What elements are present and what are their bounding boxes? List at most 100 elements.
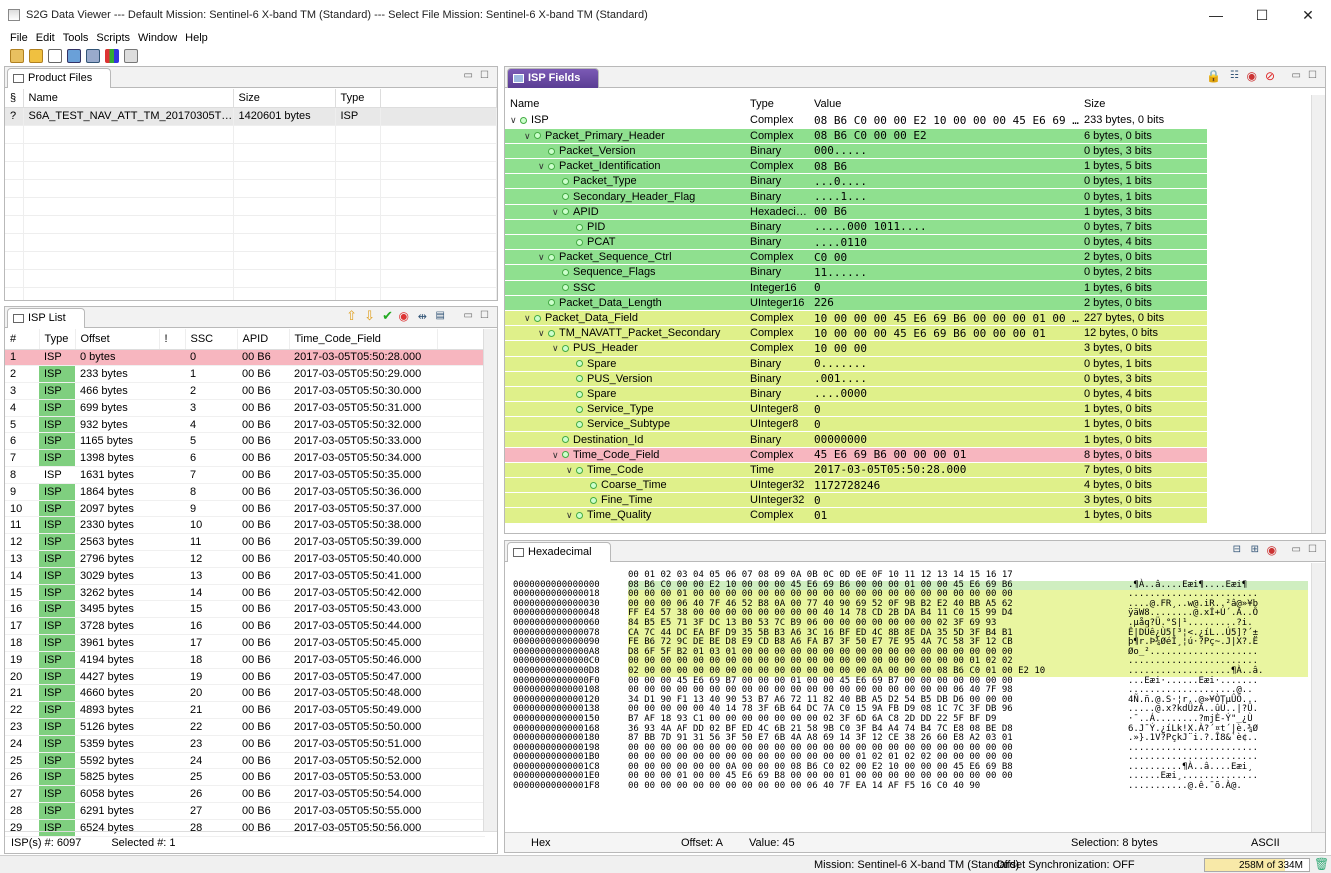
table-row[interactable]: 16 ISP 3495 bytes 15 00 B6 2017-03-05T05:50:4… bbox=[5, 600, 485, 619]
export-icon[interactable] bbox=[124, 49, 138, 63]
expand-toggle-icon[interactable]: ∨ bbox=[552, 450, 562, 461]
column-header[interactable]: Name bbox=[23, 89, 234, 108]
expand-toggle-icon[interactable]: ∨ bbox=[552, 207, 562, 218]
table-row[interactable] bbox=[5, 287, 497, 300]
menu-edit[interactable]: Edit bbox=[36, 32, 55, 44]
expand-toggle-icon[interactable]: ∨ bbox=[538, 252, 548, 263]
chart-icon[interactable] bbox=[105, 49, 119, 63]
arrow-down-icon[interactable]: ⇩ bbox=[364, 308, 375, 324]
table-row[interactable]: 19 ISP 4194 bytes 18 00 B6 2017-03-05T05:50:4… bbox=[5, 651, 485, 669]
table-row[interactable] bbox=[5, 251, 497, 270]
field-row[interactable]: Fine_Time UInteger32 0 3 bytes, 0 bits bbox=[505, 492, 1207, 509]
table-row[interactable] bbox=[5, 143, 497, 162]
minimize-panel-icon[interactable]: ▭ bbox=[464, 310, 473, 321]
table-row[interactable]: 7 ISP 1398 bytes 6 00 B6 2017-03-05T05:50:34.… bbox=[5, 449, 485, 468]
table-row[interactable]: 22 ISP 4893 bytes 21 00 B6 2017-03-05T05:50:4… bbox=[5, 701, 485, 720]
field-row[interactable]: Destination_Id Binary 00000000 1 bytes, 0 b… bbox=[505, 431, 1207, 448]
menu-file[interactable]: File bbox=[10, 32, 28, 44]
column-header[interactable]: Size bbox=[1079, 95, 1207, 113]
table-row[interactable] bbox=[5, 161, 497, 180]
close-button[interactable]: ✕ bbox=[1285, 0, 1331, 30]
expand-toggle-icon[interactable]: ∨ bbox=[566, 510, 576, 521]
expand-icon[interactable]: ⊞ bbox=[1251, 544, 1259, 555]
field-row[interactable]: ∨ ISP Complex 08 B6 C0 00 00 E2 10 00 00 00… bbox=[505, 113, 1207, 129]
expand-toggle-icon[interactable]: ∨ bbox=[510, 115, 520, 126]
hex-bytes[interactable]: 00 00 00 00 00 00 00 00 00 00 00 06 40 7… bbox=[628, 781, 1128, 792]
folder-icon[interactable] bbox=[29, 49, 43, 63]
tree-icon[interactable]: ☷ bbox=[1230, 70, 1239, 81]
table-row[interactable]: 14 ISP 3029 bytes 13 00 B6 2017-03-05T05:50:4… bbox=[5, 567, 485, 585]
table-row[interactable] bbox=[5, 215, 497, 234]
table-row[interactable]: 27 ISP 6058 bytes 26 00 B6 2017-03-05T05:50:5… bbox=[5, 785, 485, 804]
trash-icon[interactable]: 🗑 bbox=[1314, 857, 1329, 871]
field-row[interactable]: Secondary_Header_Flag Binary ....1... 0 byt… bbox=[505, 188, 1207, 205]
field-row[interactable]: SSC Integer16 0 1 bytes, 6 bits bbox=[505, 280, 1207, 296]
maximize-button[interactable]: ☐ bbox=[1239, 0, 1285, 30]
open-folder-icon[interactable] bbox=[10, 49, 24, 63]
table-row[interactable]: 3 ISP 466 bytes 2 00 B6 2017-03-05T05:50:30.0… bbox=[5, 382, 485, 400]
hex-ascii[interactable]: ...........@.ê.¯õ.À@. bbox=[1128, 781, 1308, 792]
field-row[interactable]: ∨ TM_NAVATT_Packet_Secondary Complex 10 00 … bbox=[505, 325, 1207, 342]
table-row[interactable]: 11 ISP 2330 bytes 10 00 B6 2017-03-05T05:50:3… bbox=[5, 516, 485, 535]
column-header[interactable]: Type bbox=[335, 89, 381, 108]
field-row[interactable]: PUS_Version Binary .001.... 0 bytes, 3 bits bbox=[505, 371, 1207, 387]
column-header[interactable]: Size bbox=[233, 89, 336, 108]
color-icon[interactable]: ◉ bbox=[1247, 69, 1257, 83]
column-header[interactable]: Type bbox=[745, 95, 809, 113]
field-row[interactable]: Spare Binary ....0000 0 bytes, 4 bits bbox=[505, 386, 1207, 403]
isp-list-scrollbar[interactable] bbox=[483, 329, 497, 831]
tab-isp-fields[interactable]: ISP Fields bbox=[507, 68, 600, 88]
menu-tools[interactable]: Tools bbox=[63, 32, 89, 44]
color-icon[interactable]: ◉ bbox=[1267, 543, 1277, 557]
search-icon[interactable] bbox=[86, 49, 100, 63]
expand-toggle-icon[interactable]: ∨ bbox=[538, 161, 548, 172]
tab-hexadecimal[interactable]: Hexadecimal bbox=[507, 542, 611, 562]
table-row[interactable]: 2 ISP 233 bytes 1 00 B6 2017-03-05T05:50:29.0… bbox=[5, 365, 485, 384]
column-header[interactable]: § bbox=[5, 89, 24, 108]
table-row[interactable] bbox=[5, 179, 497, 198]
table-row[interactable]: 4 ISP 699 bytes 3 00 B6 2017-03-05T05:50:31.0… bbox=[5, 399, 485, 417]
field-row[interactable]: Sequence_Flags Binary 11...... 0 bytes, 2 b… bbox=[505, 264, 1207, 281]
maximize-panel-icon[interactable]: ☐ bbox=[480, 70, 489, 81]
table-row[interactable]: 1 ISP 0 bytes 0 00 B6 2017-03-05T05:50:28.000 bbox=[5, 349, 485, 367]
field-row[interactable]: Spare Binary 0....... 0 bytes, 1 bits bbox=[505, 356, 1207, 372]
lock-icon[interactable]: 🔒 bbox=[1206, 69, 1221, 83]
collapse-icon[interactable]: ⊟ bbox=[1233, 544, 1241, 555]
export-list-icon[interactable]: ▤ bbox=[436, 310, 445, 321]
minimize-button[interactable]: — bbox=[1193, 0, 1239, 30]
minimize-panel-icon[interactable]: ▭ bbox=[464, 70, 473, 81]
menu-scripts[interactable]: Scripts bbox=[96, 32, 130, 44]
column-header[interactable]: APID bbox=[237, 329, 290, 350]
expand-toggle-icon[interactable]: ∨ bbox=[566, 465, 576, 476]
table-row[interactable]: 21 ISP 4660 bytes 20 00 B6 2017-03-05T05:50:4… bbox=[5, 684, 485, 703]
menu-help[interactable]: Help bbox=[185, 32, 208, 44]
filter-icon[interactable]: ◉ bbox=[399, 309, 409, 323]
tab-product-files[interactable]: Product Files bbox=[7, 68, 112, 88]
arrow-up-icon[interactable]: ⇧ bbox=[346, 308, 357, 324]
column-header[interactable]: Value bbox=[809, 95, 1079, 113]
table-row[interactable]: 8 ISP 1631 bytes 7 00 B6 2017-03-05T05:50:35.… bbox=[5, 466, 485, 484]
table-row[interactable]: 24 ISP 5359 bytes 23 00 B6 2017-03-05T05:50:5… bbox=[5, 735, 485, 753]
column-header[interactable]: Time_Code_Field bbox=[289, 329, 438, 350]
table-row[interactable] bbox=[5, 269, 497, 288]
check-icon[interactable]: ✔ bbox=[382, 308, 393, 324]
table-row[interactable]: ?S6A_TEST_NAV_ATT_TM_20170305T055028...1… bbox=[5, 107, 497, 126]
field-row[interactable]: Packet_Version Binary 000..... 0 bytes, 3 b… bbox=[505, 143, 1207, 160]
tab-isp-list[interactable]: ISP List bbox=[7, 308, 85, 328]
isp-fields-scrollbar[interactable] bbox=[1311, 95, 1325, 533]
table-row[interactable]: 18 ISP 3961 bytes 17 00 B6 2017-03-05T05:50:4… bbox=[5, 634, 485, 652]
hex-mode-button[interactable]: Hex bbox=[531, 837, 681, 849]
field-row[interactable]: ∨ APID Hexadecimal 00 B6 1 bytes, 3 bits bbox=[505, 204, 1207, 220]
table-row[interactable] bbox=[5, 125, 497, 144]
table-row[interactable] bbox=[5, 197, 497, 216]
expand-toggle-icon[interactable]: ∨ bbox=[538, 328, 548, 339]
table-row[interactable]: 28 ISP 6291 bytes 27 00 B6 2017-03-05T05:50:5… bbox=[5, 802, 485, 820]
column-header[interactable]: SSC bbox=[185, 329, 238, 350]
field-row[interactable]: PID Binary .....000 1011.... 0 bytes, 7 bit… bbox=[505, 219, 1207, 236]
table-row[interactable]: 25 ISP 5592 bytes 24 00 B6 2017-03-05T05:50:5… bbox=[5, 752, 485, 770]
field-row[interactable]: PCAT Binary ....0110 0 bytes, 4 bits bbox=[505, 234, 1207, 251]
filter-icon[interactable]: ⊘ bbox=[1265, 69, 1275, 83]
table-row[interactable]: 9 ISP 1864 bytes 8 00 B6 2017-03-05T05:50:36.… bbox=[5, 483, 485, 501]
column-header[interactable]: ! bbox=[159, 329, 186, 350]
field-row[interactable]: ∨ PUS_Header Complex 10 00 00 3 bytes, 0 bit… bbox=[505, 340, 1207, 357]
